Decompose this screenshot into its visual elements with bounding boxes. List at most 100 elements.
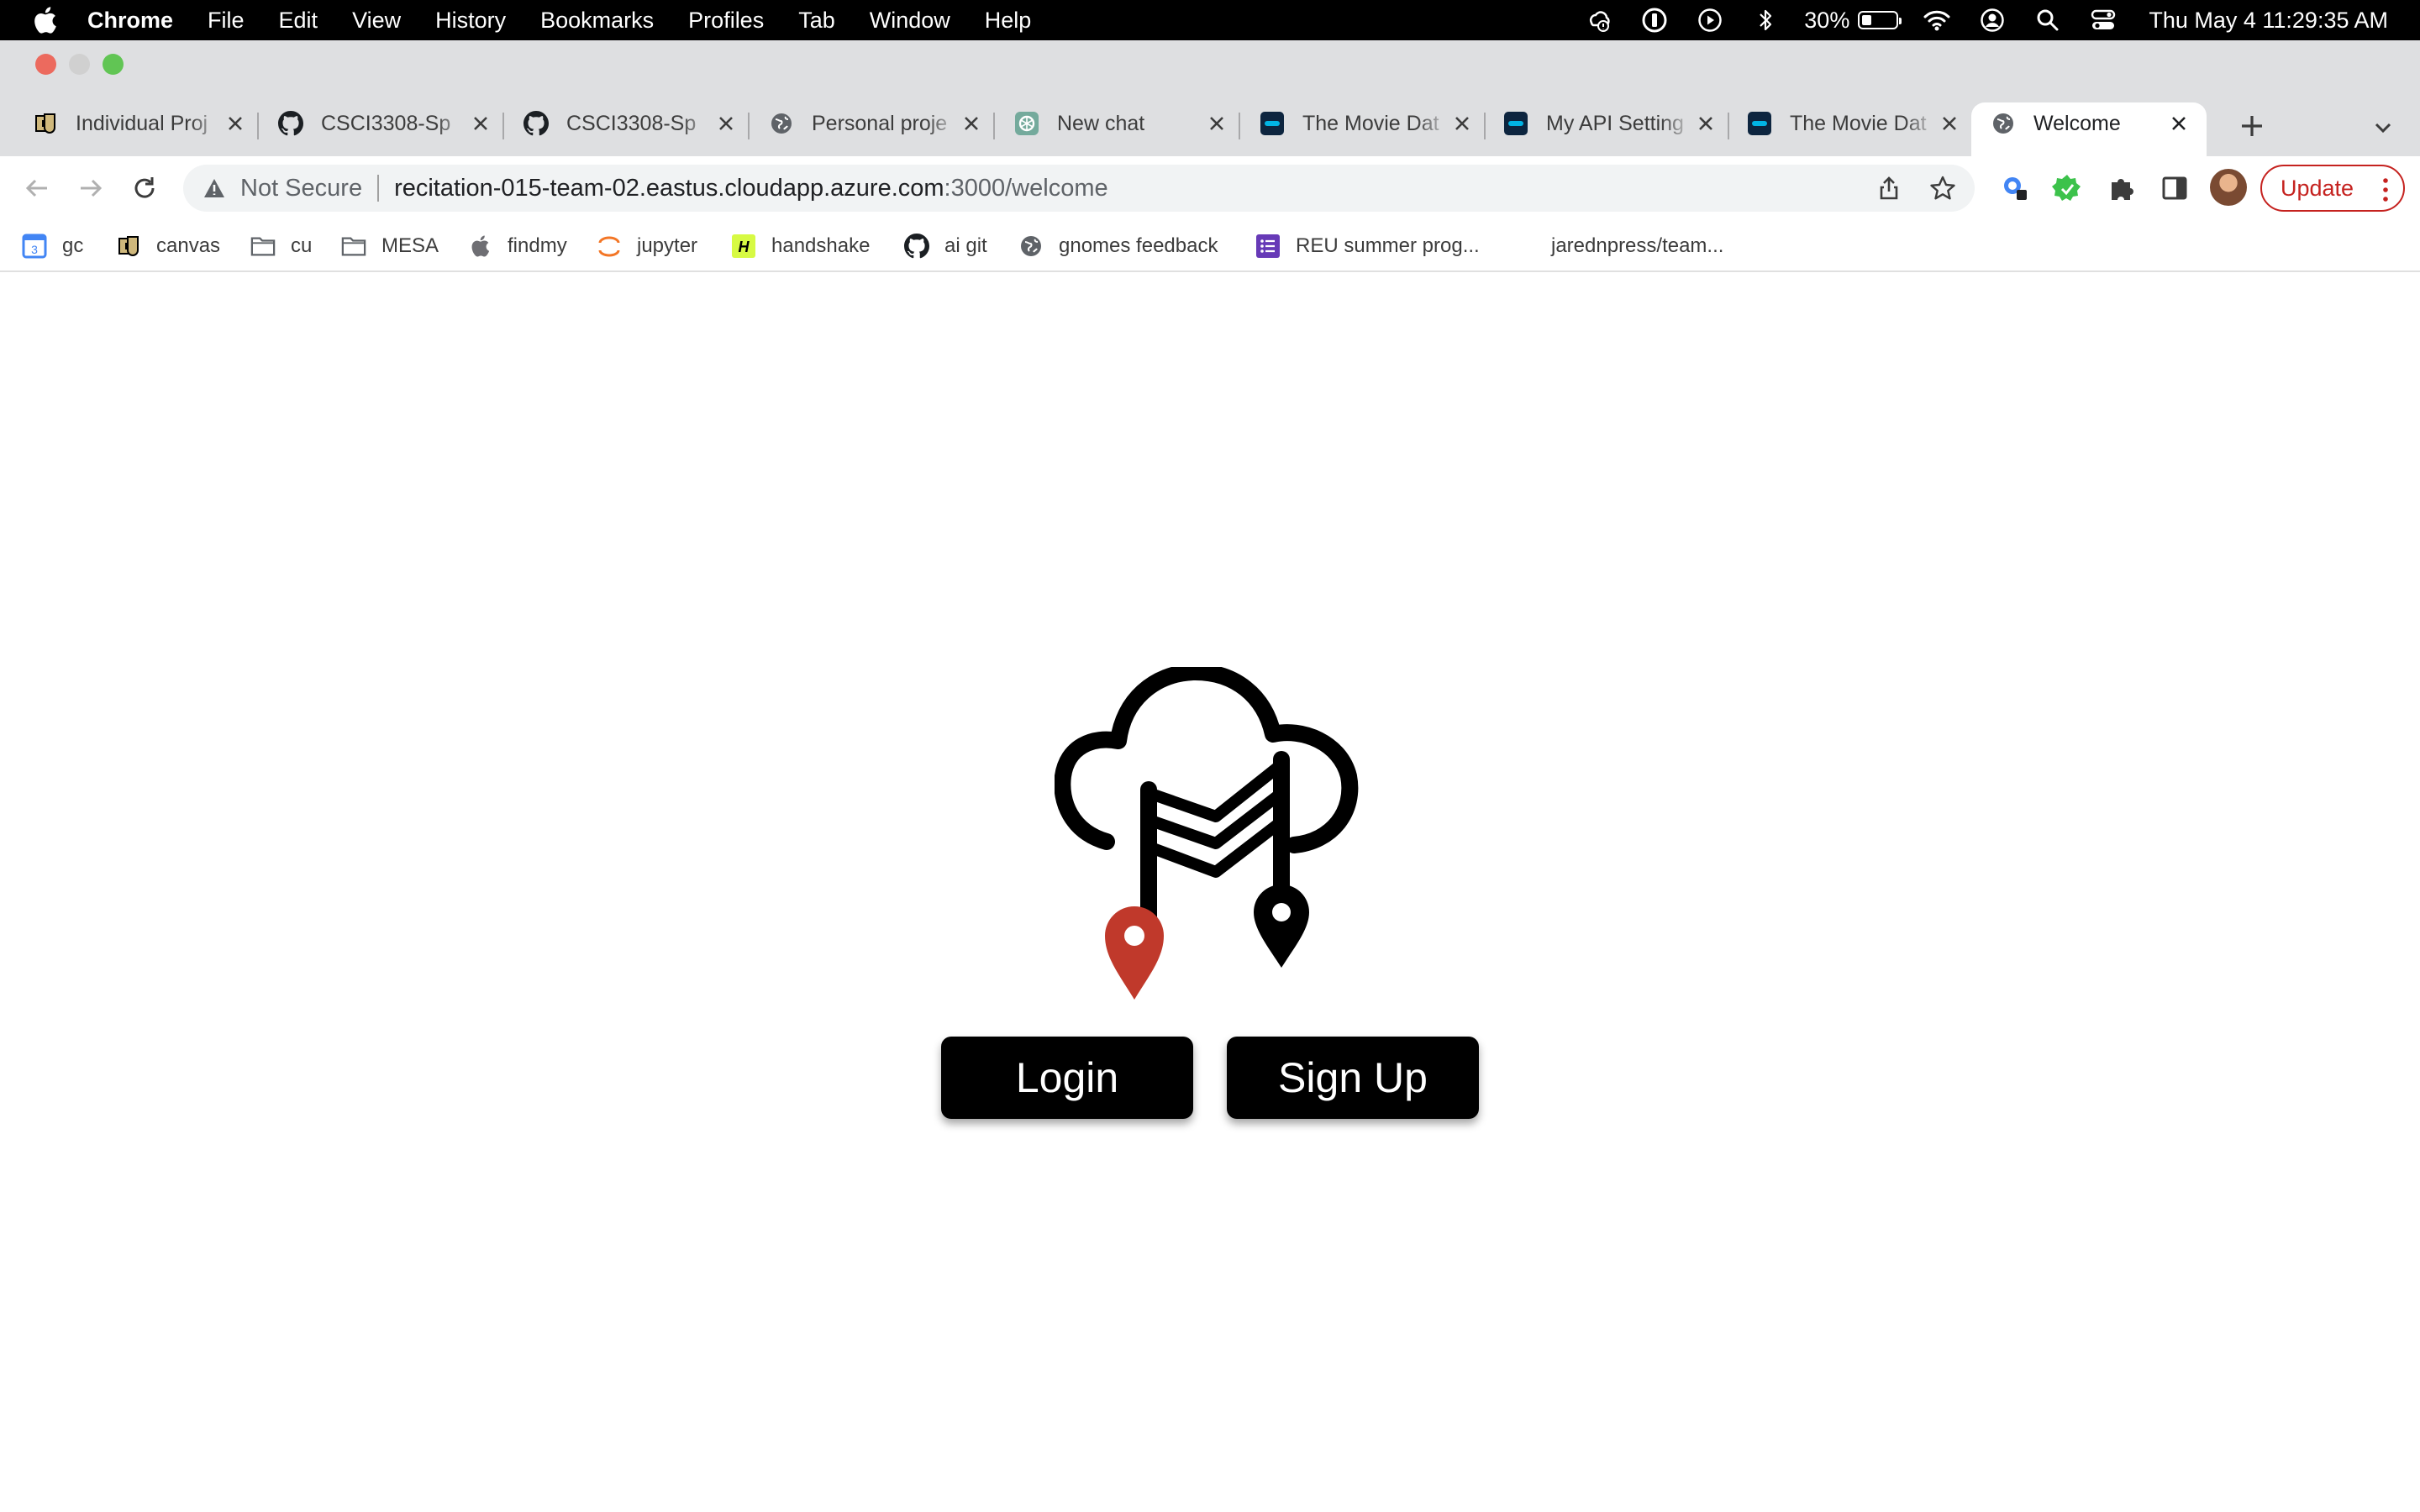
black-pin-icon xyxy=(1254,884,1309,968)
tab-close-icon[interactable] xyxy=(714,112,738,135)
menu-bookmarks[interactable]: Bookmarks xyxy=(540,8,654,34)
new-tab-plus-icon[interactable] xyxy=(2237,111,2267,141)
address-bar[interactable]: Not Secure recitation-015-team-02.eastus… xyxy=(183,165,1975,212)
bookmark-gnomes-feedback[interactable]: gnomes feedback xyxy=(1018,230,1218,262)
bookmark-mesa[interactable]: MESA xyxy=(341,230,439,262)
apple-icon xyxy=(467,234,492,259)
bookmark-findmy[interactable]: findmy xyxy=(467,230,567,262)
not-secure-label[interactable]: Not Secure xyxy=(240,175,362,202)
tab-separator xyxy=(502,113,504,139)
extensions-puzzle-icon[interactable] xyxy=(2104,171,2138,205)
menubar-clock[interactable]: Thu May 4 11:29:35 AM xyxy=(2149,8,2388,34)
battery-icon[interactable] xyxy=(1858,11,1902,29)
url-host: recitation-015-team-02.eastus.cloudapp.a… xyxy=(394,174,944,202)
menu-app-name[interactable]: Chrome xyxy=(87,8,173,34)
folder-icon xyxy=(250,234,276,259)
1password-icon[interactable] xyxy=(1638,0,1671,40)
bookmark-ai-git[interactable]: ai git xyxy=(904,230,987,262)
tab-separator xyxy=(748,113,750,139)
tab-movie-db-a[interactable]: The Movie Dat xyxy=(1259,102,1474,144)
bookmark-cu[interactable]: cu xyxy=(250,230,312,262)
bookmarks-bar: 3 gc canvas cu MESA findmy jupyter H han… xyxy=(0,220,2420,272)
reload-icon[interactable] xyxy=(129,173,160,203)
back-arrow-icon[interactable] xyxy=(22,173,52,203)
bookmark-label: findmy xyxy=(508,234,567,257)
bluetooth-icon[interactable] xyxy=(1749,0,1782,40)
window-titlebar xyxy=(0,40,2420,87)
tab-csci3308-b[interactable]: CSCI3308-Sp xyxy=(523,102,738,144)
tab-close-icon[interactable] xyxy=(1938,112,1961,135)
menu-tab[interactable]: Tab xyxy=(798,8,835,34)
play-icon[interactable] xyxy=(1693,0,1727,40)
signup-button[interactable]: Sign Up xyxy=(1227,1037,1479,1119)
apple-menu-icon[interactable] xyxy=(32,6,57,34)
spotlight-icon[interactable] xyxy=(2031,0,2065,40)
tab-welcome[interactable]: Welcome xyxy=(1971,102,2207,160)
forward-arrow-icon[interactable] xyxy=(76,173,106,203)
tab-close-icon[interactable] xyxy=(1450,112,1474,135)
bookmark-label: jupyter xyxy=(637,234,698,257)
tab-close-icon[interactable] xyxy=(2168,112,2190,135)
menu-window[interactable]: Window xyxy=(870,8,950,34)
bookmark-jarednpress[interactable]: jarednpress/team... xyxy=(1511,230,1723,262)
menu-view[interactable]: View xyxy=(352,8,401,34)
chatgpt-icon xyxy=(1013,110,1040,137)
macos-menu-bar: Chrome File Edit View History Bookmarks … xyxy=(0,0,2420,40)
profile-avatar[interactable] xyxy=(2210,169,2247,206)
tab-close-icon[interactable] xyxy=(469,112,492,135)
bookmark-handshake[interactable]: H handshake xyxy=(731,230,870,262)
tab-close-icon[interactable] xyxy=(224,112,247,135)
tab-individual-project[interactable]: Individual Proj xyxy=(32,102,247,144)
tab-title: Welcome xyxy=(2033,111,2121,135)
extension-lens-icon[interactable] xyxy=(1998,171,2032,205)
user-icon[interactable] xyxy=(1975,0,2009,40)
bookmark-jupyter[interactable]: jupyter xyxy=(597,230,697,262)
weather-icon[interactable] xyxy=(1582,0,1616,40)
tab-movie-db-b[interactable]: The Movie Dat xyxy=(1746,102,1961,144)
menu-profiles[interactable]: Profiles xyxy=(688,8,764,34)
bookmark-canvas[interactable]: canvas xyxy=(116,230,220,262)
tab-close-icon[interactable] xyxy=(1694,112,1718,135)
tab-title: CSCI3308-Sp xyxy=(566,111,697,135)
bookmark-gc[interactable]: 3 gc xyxy=(22,230,83,262)
bookmark-label: canvas xyxy=(156,234,221,257)
globe-icon xyxy=(1990,110,2017,137)
tab-separator xyxy=(1239,113,1240,139)
close-window-button[interactable] xyxy=(35,54,56,75)
extension-grammarly-icon[interactable] xyxy=(2050,171,2084,205)
menu-edit[interactable]: Edit xyxy=(279,8,318,34)
tab-title: The Movie Dat xyxy=(1302,111,1439,135)
menu-file[interactable]: File xyxy=(208,8,245,34)
kebab-menu-icon[interactable] xyxy=(2383,178,2388,202)
minimize-window-button[interactable] xyxy=(69,54,90,75)
blank-icon xyxy=(1511,234,1536,259)
tab-personal-project[interactable]: Personal proje xyxy=(768,102,983,144)
tab-api-settings[interactable]: My API Setting xyxy=(1502,102,1718,144)
tab-separator xyxy=(993,113,995,139)
bookmark-star-icon[interactable] xyxy=(1929,175,1956,202)
tab-search-chevron-down-icon[interactable] xyxy=(2371,116,2395,139)
bookmark-reu-summer[interactable]: REU summer prog... xyxy=(1255,230,1480,262)
status-area: 30% Thu May 4 11:29:35 AM xyxy=(1560,0,2420,40)
tab-title: CSCI3308-Sp xyxy=(321,111,451,135)
wifi-icon[interactable] xyxy=(1920,0,1954,40)
update-button[interactable]: Update xyxy=(2260,165,2405,212)
bookmark-label: ai git xyxy=(944,234,987,257)
warning-triangle-icon[interactable] xyxy=(202,176,227,201)
battery-percent: 30% xyxy=(1804,7,1850,33)
menu-history[interactable]: History xyxy=(435,8,506,34)
zoom-window-button[interactable] xyxy=(103,54,124,75)
control-center-icon[interactable] xyxy=(2086,0,2120,40)
omnibox-divider xyxy=(377,175,380,202)
menu-help[interactable]: Help xyxy=(985,8,1032,34)
tmdb-icon xyxy=(1746,110,1773,137)
share-icon[interactable] xyxy=(1876,175,1902,202)
side-panel-icon[interactable] xyxy=(2158,171,2191,205)
tab-new-chat[interactable]: New chat xyxy=(1013,102,1228,144)
login-button[interactable]: Login xyxy=(941,1037,1193,1119)
tab-close-icon[interactable] xyxy=(960,112,983,135)
handshake-icon: H xyxy=(731,234,756,259)
tab-separator xyxy=(257,113,259,139)
tab-csci3308-a[interactable]: CSCI3308-Sp xyxy=(277,102,492,144)
tab-close-icon[interactable] xyxy=(1205,112,1228,135)
